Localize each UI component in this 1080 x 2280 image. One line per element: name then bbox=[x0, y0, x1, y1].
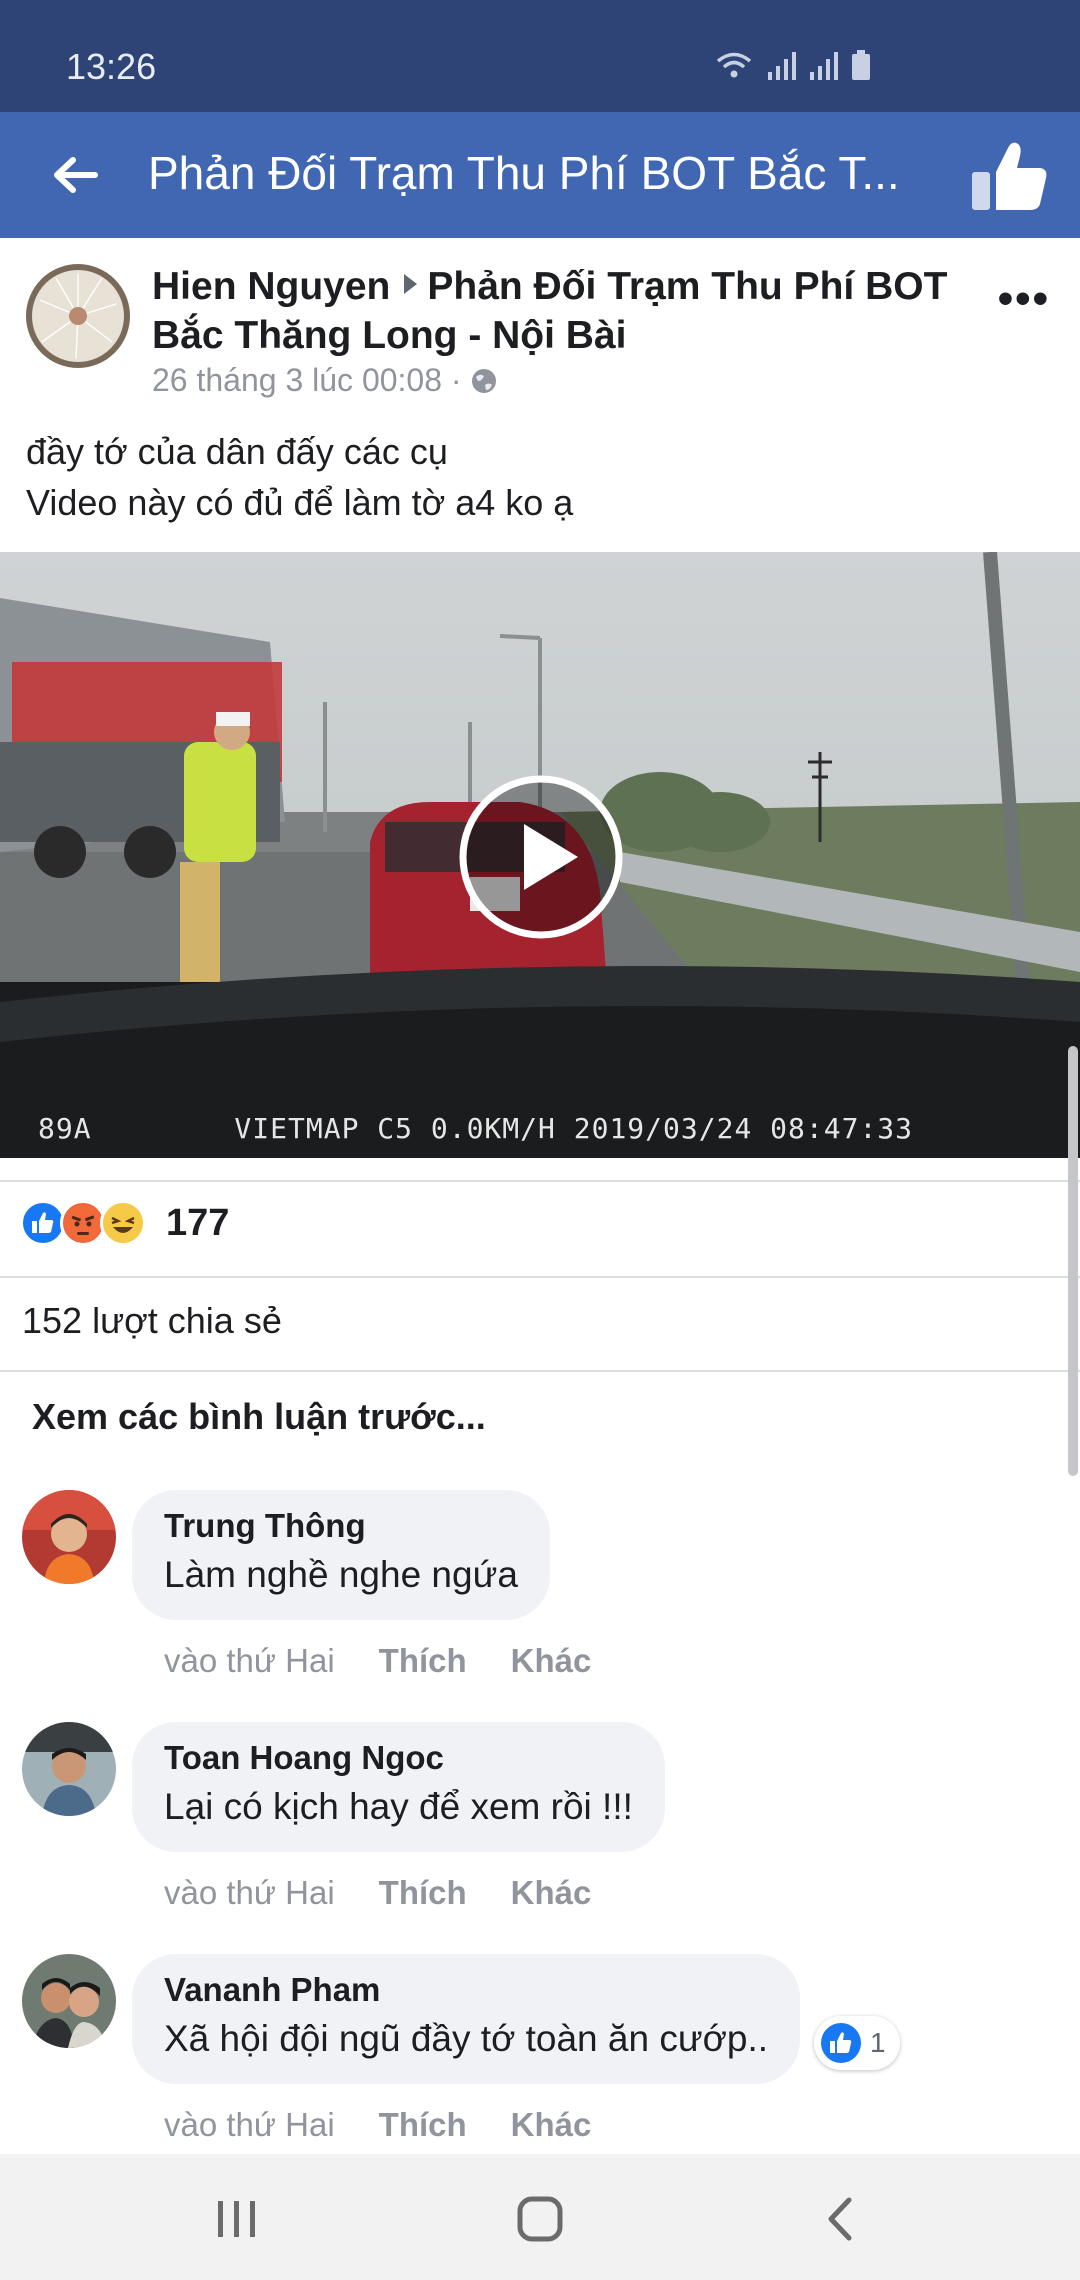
caret-right-icon bbox=[404, 274, 418, 294]
comment: Vananh Pham Xã hội đội ngũ đầy tớ toàn ă… bbox=[0, 1954, 1080, 2154]
reaction-count: 177 bbox=[166, 1201, 230, 1244]
divider bbox=[0, 1276, 1080, 1278]
battery-icon bbox=[852, 50, 870, 80]
more-options-button[interactable]: ••• bbox=[998, 274, 1050, 324]
status-bar: 13:26 bbox=[0, 0, 1080, 112]
comment: Trung Thông Làm nghề nghe ngứa vào thứ H… bbox=[0, 1490, 1080, 1690]
status-icons bbox=[714, 50, 870, 80]
avatar-image bbox=[22, 1490, 116, 1584]
thumbs-up-icon bbox=[972, 142, 1047, 210]
avatar-image bbox=[22, 1954, 116, 2048]
commenter-name[interactable]: Trung Thông bbox=[164, 1504, 518, 1548]
system-nav-bar bbox=[0, 2154, 1080, 2280]
comment-time[interactable]: vào thứ Hai bbox=[164, 1642, 335, 1680]
haha-reaction-icon bbox=[100, 1200, 146, 1246]
more-icon: ••• bbox=[997, 274, 1050, 323]
comment-like-button[interactable]: Thích bbox=[379, 2106, 467, 2144]
app-bar: Phản Đối Trạm Thu Phí BOT Bắc T... bbox=[0, 112, 1080, 238]
recents-button[interactable] bbox=[202, 2184, 272, 2254]
divider bbox=[0, 1370, 1080, 1372]
post-meta: 26 tháng 3 lúc 00:08 · bbox=[152, 362, 498, 399]
post-author-line: Hien Nguyen Phản Đối Trạm Thu Phí BOT Bắc… bbox=[152, 262, 972, 360]
play-icon[interactable] bbox=[458, 774, 624, 940]
comment-actions: vào thứ Hai Thích Khác bbox=[164, 1642, 591, 1680]
comment-time[interactable]: vào thứ Hai bbox=[164, 1874, 335, 1912]
angry-face-icon bbox=[64, 1204, 102, 1242]
dandelion-avatar-image bbox=[26, 264, 130, 368]
comment-like-count: 1 bbox=[870, 2027, 886, 2058]
comment-time[interactable]: vào thứ Hai bbox=[164, 2106, 335, 2144]
home-icon bbox=[517, 2196, 563, 2242]
thumbs-up-icon bbox=[32, 1212, 54, 1233]
reactions-summary[interactable]: 177 bbox=[20, 1200, 229, 1246]
page-title: Phản Đối Trạm Thu Phí BOT Bắc T... bbox=[148, 147, 900, 199]
avatar-image bbox=[22, 1722, 116, 1816]
comment-actions: vào thứ Hai Thích Khác bbox=[164, 2106, 591, 2144]
commenter-avatar[interactable] bbox=[22, 1722, 116, 1816]
back-icon bbox=[828, 2197, 852, 2241]
commenter-name[interactable]: Vananh Pham bbox=[164, 1968, 768, 2012]
comment-bubble[interactable]: Toan Hoang Ngoc Lại có kịch hay để xem r… bbox=[132, 1722, 665, 1852]
commenter-avatar[interactable] bbox=[22, 1954, 116, 2048]
comment-like-badge[interactable]: 1 bbox=[814, 2016, 900, 2070]
recents-icon bbox=[218, 2201, 255, 2237]
comment-more-button[interactable]: Khác bbox=[511, 1874, 592, 1912]
comment-like-button[interactable]: Thích bbox=[379, 1642, 467, 1680]
post-timestamp[interactable]: 26 tháng 3 lúc 00:08 · bbox=[152, 362, 462, 399]
comment-actions: vào thứ Hai Thích Khác bbox=[164, 1874, 591, 1912]
wifi-icon bbox=[716, 52, 752, 78]
back-button[interactable] bbox=[40, 140, 110, 210]
signal-icon bbox=[810, 52, 838, 80]
home-button[interactable] bbox=[505, 2184, 575, 2254]
signal-icon bbox=[768, 52, 796, 80]
comment-more-button[interactable]: Khác bbox=[511, 2106, 592, 2144]
laughing-face-icon bbox=[104, 1204, 142, 1242]
video-player[interactable]: 89A VIETMAP C5 0.0KM/H 2019/03/24 08:47:… bbox=[0, 552, 1080, 1158]
scrollbar-thumb[interactable] bbox=[1068, 1046, 1078, 1476]
comment-text: Xã hội đội ngũ đầy tớ toàn ăn cướp.. bbox=[164, 2018, 769, 2059]
post-text-line: đầy tớ của dân đấy các cụ bbox=[26, 431, 448, 472]
commenter-avatar[interactable] bbox=[22, 1490, 116, 1584]
back-nav-button[interactable] bbox=[806, 2184, 876, 2254]
back-arrow-icon bbox=[54, 157, 98, 193]
author-name[interactable]: Hien Nguyen bbox=[152, 265, 390, 308]
comment-like-button[interactable]: Thích bbox=[379, 1874, 467, 1912]
thumbs-up-icon bbox=[821, 2023, 861, 2063]
comment: Toan Hoang Ngoc Lại có kịch hay để xem r… bbox=[0, 1722, 1080, 1922]
video-overlay-text: 89A VIETMAP C5 0.0KM/H 2019/03/24 08:47:… bbox=[38, 1112, 914, 1145]
comment-text: Làm nghề nghe ngứa bbox=[164, 1554, 518, 1595]
globe-icon bbox=[471, 368, 496, 393]
post-header: Hien Nguyen Phản Đối Trạm Thu Phí BOT Bắc… bbox=[0, 238, 1080, 410]
share-count[interactable]: 152 lượt chia sẻ bbox=[22, 1300, 282, 1342]
comment-bubble[interactable]: Vananh Pham Xã hội đội ngũ đầy tớ toàn ă… bbox=[132, 1954, 801, 2084]
post-text-line: Video này có đủ để làm tờ a4 ko ạ bbox=[26, 482, 574, 523]
view-previous-comments-link[interactable]: Xem các bình luận trước... bbox=[32, 1396, 486, 1438]
divider bbox=[0, 1180, 1080, 1182]
comment-text: Lại có kịch hay để xem rồi !!! bbox=[164, 1786, 633, 1827]
comment-more-button[interactable]: Khác bbox=[511, 1642, 592, 1680]
post-text: đầy tớ của dân đấy các cụ Video này có đ… bbox=[26, 426, 573, 528]
like-page-button[interactable] bbox=[968, 136, 1052, 220]
status-time: 13:26 bbox=[66, 46, 157, 87]
commenter-name[interactable]: Toan Hoang Ngoc bbox=[164, 1736, 633, 1780]
author-avatar[interactable] bbox=[26, 264, 130, 368]
comment-bubble[interactable]: Trung Thông Làm nghề nghe ngứa bbox=[132, 1490, 550, 1620]
